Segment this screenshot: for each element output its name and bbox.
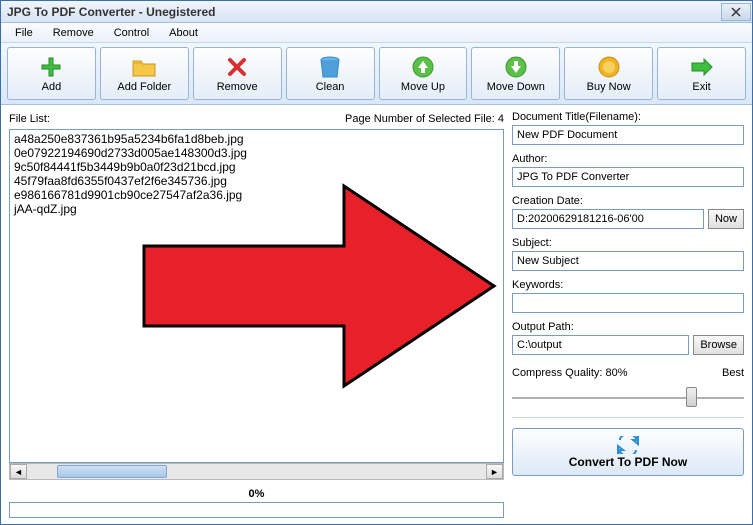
quality-row: Compress Quality: 80% Best bbox=[512, 367, 744, 379]
menu-about[interactable]: About bbox=[159, 25, 208, 41]
list-item[interactable]: a48a250e837361b95a5234b6fa1d8beb.jpg bbox=[14, 132, 499, 146]
list-item[interactable]: jAA-qdZ.jpg bbox=[14, 202, 499, 216]
doc-title-label: Document Title(Filename): bbox=[512, 111, 744, 123]
quality-best: Best bbox=[722, 367, 744, 379]
add-button[interactable]: Add bbox=[7, 47, 96, 100]
file-list-label: File List: bbox=[9, 113, 50, 125]
convert-label: Convert To PDF Now bbox=[569, 455, 687, 469]
move-up-button[interactable]: Move Up bbox=[379, 47, 468, 100]
clean-button[interactable]: Clean bbox=[286, 47, 375, 100]
menu-control[interactable]: Control bbox=[104, 25, 159, 41]
right-panel: Document Title(Filename): Author: Creati… bbox=[512, 111, 744, 518]
page-info: Page Number of Selected File: 4 bbox=[345, 113, 504, 125]
horizontal-scrollbar[interactable]: ◄ ► bbox=[9, 463, 504, 480]
trash-icon bbox=[316, 55, 344, 79]
remove-label: Remove bbox=[217, 81, 258, 93]
plus-icon bbox=[37, 55, 65, 79]
list-item[interactable]: 0e07922194690d2733d005ae148300d3.jpg bbox=[14, 146, 499, 160]
coin-icon bbox=[595, 55, 623, 79]
folder-icon bbox=[130, 55, 158, 79]
scroll-right-button[interactable]: ► bbox=[486, 464, 503, 479]
list-item[interactable]: 9c50f84441f5b3449b9b0a0f23d21bcd.jpg bbox=[14, 160, 499, 174]
slider-line bbox=[512, 397, 744, 399]
author-input[interactable] bbox=[512, 167, 744, 187]
progress-area: 0% bbox=[9, 488, 504, 518]
arrow-right-icon bbox=[688, 55, 716, 79]
menubar: File Remove Control About bbox=[1, 23, 752, 43]
scroll-left-button[interactable]: ◄ bbox=[10, 464, 27, 479]
quality-slider[interactable] bbox=[512, 383, 744, 407]
list-item[interactable]: 45f79faa8fd6355f0437ef2f6e345736.jpg bbox=[14, 174, 499, 188]
arrow-down-icon bbox=[502, 55, 530, 79]
menu-file[interactable]: File bbox=[5, 25, 43, 41]
buy-now-label: Buy Now bbox=[587, 81, 631, 93]
x-icon bbox=[223, 55, 251, 79]
output-path-input[interactable] bbox=[512, 335, 689, 355]
keywords-input[interactable] bbox=[512, 293, 744, 313]
doc-title-input[interactable] bbox=[512, 125, 744, 145]
left-header: File List: Page Number of Selected File:… bbox=[9, 111, 504, 129]
toolbar: Add Add Folder Remove Clean Move Up Move… bbox=[1, 43, 752, 105]
move-up-label: Move Up bbox=[401, 81, 445, 93]
exit-label: Exit bbox=[692, 81, 710, 93]
close-button[interactable] bbox=[721, 3, 751, 21]
add-folder-label: Add Folder bbox=[117, 81, 171, 93]
clean-label: Clean bbox=[316, 81, 345, 93]
slider-thumb[interactable] bbox=[686, 387, 697, 407]
creation-date-input[interactable] bbox=[512, 209, 704, 229]
content-area: File List: Page Number of Selected File:… bbox=[1, 105, 752, 524]
subject-input[interactable] bbox=[512, 251, 744, 271]
divider bbox=[512, 417, 744, 418]
author-label: Author: bbox=[512, 153, 744, 165]
left-panel: File List: Page Number of Selected File:… bbox=[9, 111, 504, 518]
creation-date-label: Creation Date: bbox=[512, 195, 744, 207]
convert-icon bbox=[616, 436, 640, 454]
close-icon bbox=[731, 7, 741, 17]
move-down-label: Move Down bbox=[487, 81, 545, 93]
progress-bar bbox=[9, 502, 504, 518]
subject-label: Subject: bbox=[512, 237, 744, 249]
titlebar: JPG To PDF Converter - Unegistered bbox=[1, 1, 752, 23]
add-label: Add bbox=[42, 81, 62, 93]
scroll-thumb[interactable] bbox=[57, 465, 167, 478]
scroll-track[interactable] bbox=[27, 464, 486, 479]
remove-button[interactable]: Remove bbox=[193, 47, 282, 100]
browse-button[interactable]: Browse bbox=[693, 335, 744, 355]
output-path-label: Output Path: bbox=[512, 321, 744, 333]
exit-button[interactable]: Exit bbox=[657, 47, 746, 100]
keywords-label: Keywords: bbox=[512, 279, 744, 291]
list-item[interactable]: e986166781d9901cb90ce27547af2a36.jpg bbox=[14, 188, 499, 202]
progress-label: 0% bbox=[9, 488, 504, 500]
move-down-button[interactable]: Move Down bbox=[471, 47, 560, 100]
window-controls bbox=[720, 3, 752, 21]
buy-now-button[interactable]: Buy Now bbox=[564, 47, 653, 100]
arrow-up-icon bbox=[409, 55, 437, 79]
window-title: JPG To PDF Converter - Unegistered bbox=[7, 5, 215, 19]
add-folder-button[interactable]: Add Folder bbox=[100, 47, 189, 100]
now-button[interactable]: Now bbox=[708, 209, 744, 229]
quality-label: Compress Quality: 80% bbox=[512, 367, 628, 379]
file-list[interactable]: a48a250e837361b95a5234b6fa1d8beb.jpg 0e0… bbox=[9, 129, 504, 463]
menu-remove[interactable]: Remove bbox=[43, 25, 104, 41]
convert-button[interactable]: Convert To PDF Now bbox=[512, 428, 744, 476]
